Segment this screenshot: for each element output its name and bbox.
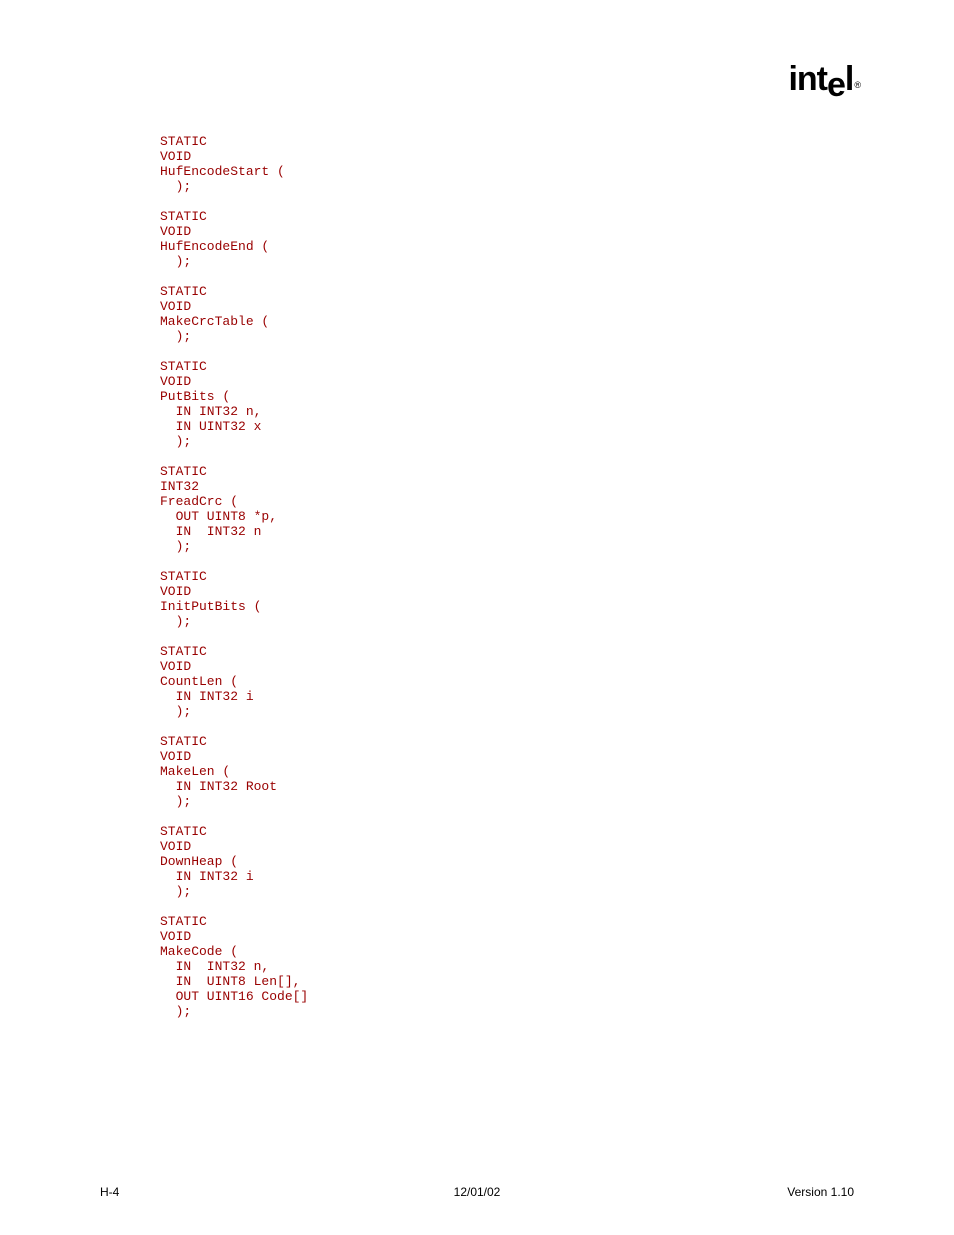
- logo-drop: e: [827, 66, 845, 104]
- logo-post: l: [845, 60, 853, 98]
- logo-registered: ®: [854, 80, 860, 90]
- code-block: STATIC VOID HufEncodeStart ( ); STATIC V…: [160, 134, 308, 1019]
- logo-pre: int: [788, 60, 827, 98]
- footer-page-number: H-4: [100, 1185, 119, 1199]
- intel-logo: intel®: [788, 60, 859, 99]
- footer-date: 12/01/02: [454, 1185, 501, 1199]
- footer-version: Version 1.10: [787, 1185, 854, 1199]
